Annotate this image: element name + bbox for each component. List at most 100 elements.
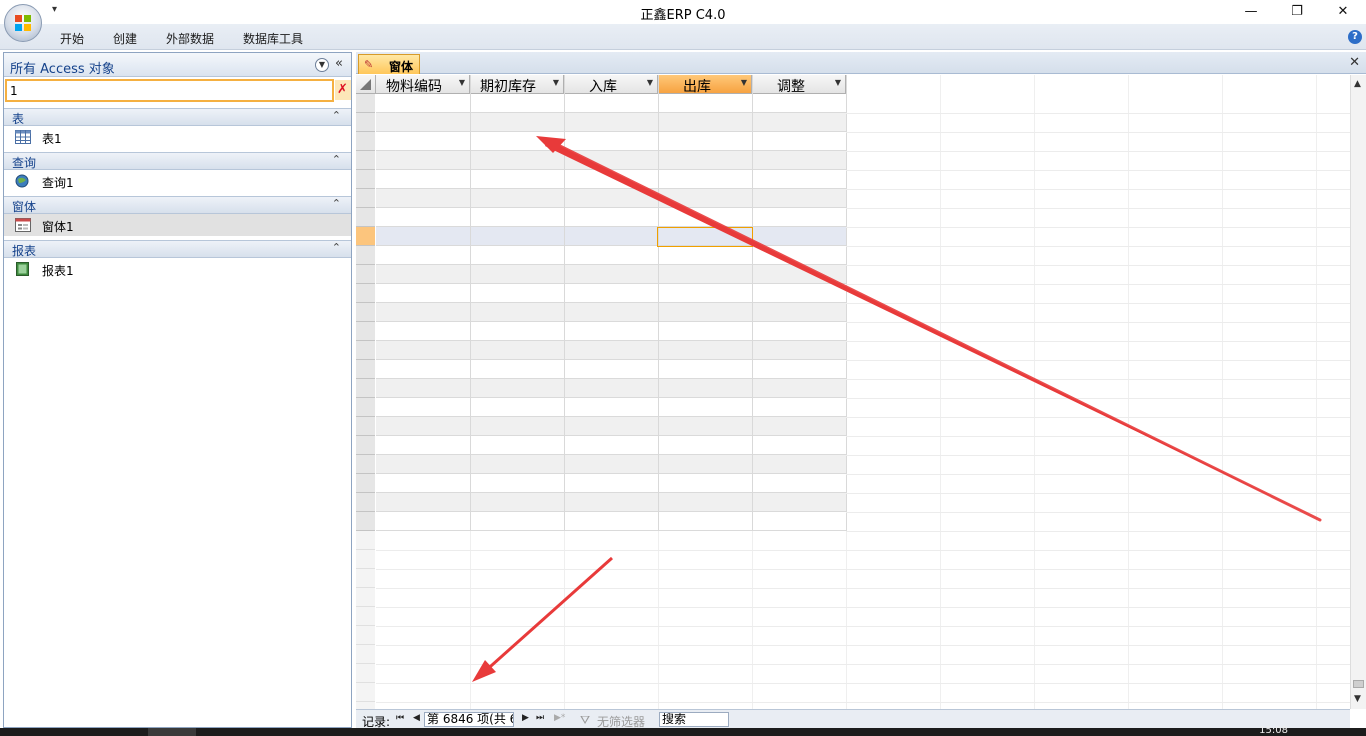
office-button[interactable] [4,4,42,42]
table-row[interactable] [376,189,846,208]
table-row[interactable] [376,170,846,189]
record-selector[interactable] [356,474,375,493]
taskbar-item[interactable] [148,728,196,736]
datasheet-grid[interactable]: 物料编码 ▼ 期初库存 ▼ 入库 ▼ 出库 ▼ 调整 ▼ [356,75,1350,709]
tab-database-tools[interactable]: 数据库工具 [243,30,303,47]
table-row[interactable] [376,493,846,512]
close-button[interactable]: ✕ [1320,0,1366,24]
record-selector[interactable] [356,379,375,398]
table-row[interactable] [376,246,846,265]
select-all-button[interactable] [356,75,376,94]
restore-button[interactable]: ❐ [1274,0,1320,24]
record-selector[interactable] [356,94,375,113]
table-row[interactable] [376,436,846,455]
record-selector[interactable] [356,246,375,265]
table-row[interactable] [376,265,846,284]
new-record-icon[interactable]: ▶* [554,713,565,723]
search-box[interactable]: 搜索 [659,712,729,727]
record-selector[interactable] [356,341,375,360]
record-navigation-bar: 记录: ⏮ ◀ 第 6846 项(共 6 ▶ ⏭ ▶* ⛛ 无筛选器 搜索 [356,709,1350,729]
record-selector[interactable] [356,417,375,436]
nav-item-query1[interactable]: 查询1 [4,170,351,192]
tab-form1[interactable]: ✎ 窗体1 [358,54,420,89]
record-selector[interactable] [356,132,375,151]
record-selector[interactable] [356,113,375,132]
table-row[interactable] [376,398,846,417]
group-header-queries[interactable]: 查询 ⌃ [4,152,351,170]
record-selector[interactable] [356,151,375,170]
help-icon[interactable]: ? [1348,30,1362,44]
first-record-icon[interactable]: ⏮ [396,713,404,723]
scroll-thumb[interactable] [1353,680,1364,688]
nav-item-report1[interactable]: 报表1 [4,258,351,280]
minimize-button[interactable]: — [1228,0,1274,24]
column-dropdown-icon[interactable]: ▼ [459,78,465,87]
column-dropdown-icon[interactable]: ▼ [647,78,653,87]
table-row[interactable] [376,94,846,113]
tab-external-data[interactable]: 外部数据 [166,30,214,47]
table-row[interactable] [376,360,846,379]
vertical-scrollbar[interactable]: ▲ ▼ [1350,75,1366,709]
table-row[interactable] [376,208,846,227]
previous-record-icon[interactable]: ◀ [413,713,420,723]
column-header-inbound[interactable]: 入库 ▼ [564,75,658,95]
empty-row-line [846,208,1350,209]
record-position-input[interactable]: 第 6846 项(共 6 [424,712,514,727]
column-header-outbound[interactable]: 出库 ▼ [658,75,752,95]
column-header-adjust[interactable]: 调整 ▼ [752,75,846,95]
record-selector[interactable] [356,189,375,208]
nav-pane-header[interactable]: 所有 Access 对象 ▼ « [4,53,351,77]
table-row[interactable] [376,512,846,531]
record-selector[interactable] [356,398,375,417]
record-selector[interactable] [356,284,375,303]
scroll-down-icon[interactable]: ▼ [1354,694,1361,704]
empty-row-line [846,512,1350,513]
record-selector[interactable] [356,360,375,379]
group-header-reports[interactable]: 报表 ⌃ [4,240,351,258]
column-dropdown-icon[interactable]: ▼ [835,78,841,87]
record-selector[interactable] [356,455,375,474]
record-selector[interactable] [356,322,375,341]
tab-create[interactable]: 创建 [113,30,137,47]
column-dropdown-icon[interactable]: ▼ [741,78,747,87]
taskbar-clock: 15:08 [1259,725,1288,736]
record-selector[interactable] [356,512,375,531]
nav-item-form1[interactable]: 窗体1 [4,214,351,236]
table-row[interactable] [376,455,846,474]
nav-menu-dropdown-icon[interactable]: ▼ [315,58,329,72]
tab-home[interactable]: 开始 [60,30,84,47]
record-selector[interactable] [356,493,375,512]
table-row[interactable] [376,341,846,360]
group-header-forms[interactable]: 窗体 ⌃ [4,196,351,214]
scroll-up-icon[interactable]: ▲ [1354,79,1361,89]
record-selector[interactable] [356,436,375,455]
table-row[interactable] [376,113,846,132]
nav-search-input[interactable]: 1 [5,79,334,102]
table-row[interactable] [376,132,846,151]
query-icon [15,174,29,188]
last-record-icon[interactable]: ⏭ [536,713,544,723]
record-selector[interactable] [356,170,375,189]
table-row[interactable] [376,227,846,246]
column-header-material-code[interactable]: 物料编码 ▼ [376,75,470,95]
next-record-icon[interactable]: ▶ [522,713,529,723]
record-selector[interactable] [356,227,375,246]
clear-search-button[interactable]: ✗ [335,80,351,100]
group-header-tables[interactable]: 表 ⌃ [4,108,351,126]
table-row[interactable] [376,322,846,341]
record-selector[interactable] [356,265,375,284]
table-row[interactable] [376,284,846,303]
nav-item-table1[interactable]: 表1 [4,126,351,148]
table-row[interactable] [376,151,846,170]
table-row[interactable] [376,474,846,493]
column-dropdown-icon[interactable]: ▼ [553,78,559,87]
collapse-pane-icon[interactable]: « [335,56,343,71]
record-selector[interactable] [356,303,375,322]
column-header-opening-stock[interactable]: 期初库存 ▼ [470,75,564,95]
record-selector[interactable] [356,208,375,227]
table-row[interactable] [376,303,846,322]
close-document-icon[interactable]: ✕ [1349,55,1360,70]
table-row[interactable] [376,417,846,436]
current-cell[interactable] [657,227,753,247]
table-row[interactable] [376,379,846,398]
